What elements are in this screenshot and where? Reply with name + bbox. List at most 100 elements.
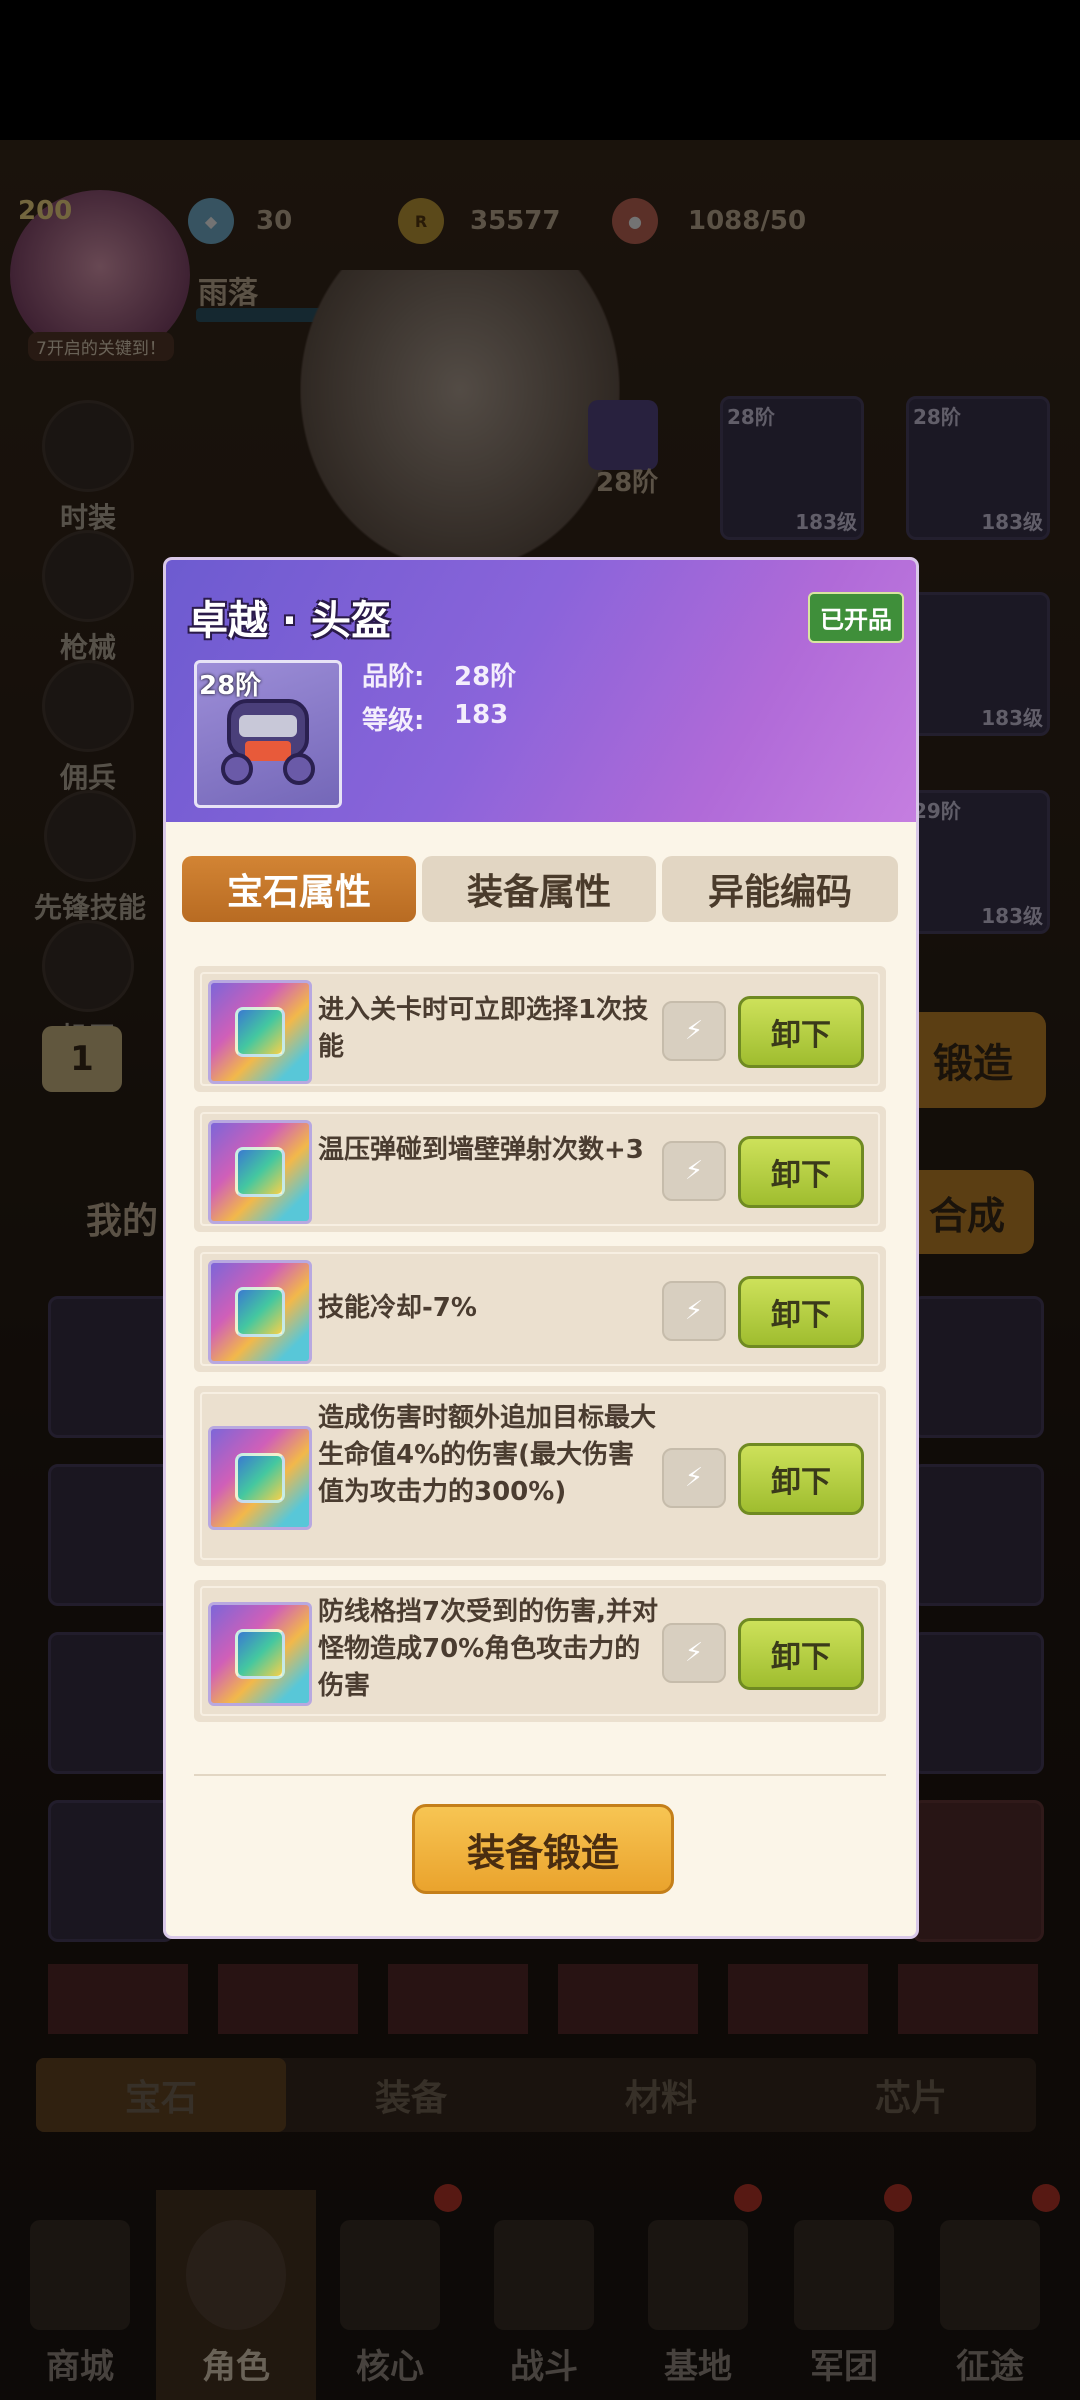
stamina-meat-icon: ●: [612, 198, 658, 244]
grade-label: 品阶:: [362, 662, 425, 692]
lock-icon[interactable]: ⚡: [662, 1141, 726, 1201]
tab-label: 异能编码: [707, 872, 852, 913]
gem-row: 技能冷却-7% ⚡ 卸下: [194, 1246, 886, 1372]
player-name: 雨落: [198, 276, 258, 311]
lock-icon[interactable]: ⚡: [662, 1281, 726, 1341]
tab-equipment[interactable]: 装备: [286, 2058, 536, 2132]
equipment-forge-button[interactable]: 装备锻造: [412, 1804, 674, 1894]
bg-gem-cell[interactable]: [48, 1464, 174, 1606]
equip-slot-level: 183级: [981, 706, 1043, 730]
tab-material[interactable]: 材料: [536, 2058, 786, 2132]
bg-gem-cell[interactable]: [912, 1632, 1044, 1774]
lock-icon[interactable]: ⚡: [662, 1001, 726, 1061]
side-item-fashion[interactable]: 时装: [40, 400, 136, 536]
avatar-caption: 7开启的关键到！: [28, 332, 174, 361]
equip-slot[interactable]: 29阶 183级: [906, 790, 1050, 934]
notification-dot: [884, 2184, 912, 2212]
level-label: 等级:: [362, 706, 425, 736]
tab-gem-attributes[interactable]: 宝石属性: [182, 856, 416, 922]
gem-icon[interactable]: [208, 1426, 312, 1530]
equip-slot-tier: 28阶: [913, 405, 961, 429]
nav-character[interactable]: 角色: [156, 2190, 316, 2400]
bg-gem-cell[interactable]: [48, 1800, 174, 1942]
equip-slot-level: 183级: [981, 904, 1043, 928]
grade-value: 28阶: [454, 662, 517, 692]
gem-description: 温压弹碰到墙壁弹射次数+3: [318, 1135, 644, 1165]
bg-gem-cell[interactable]: [912, 1296, 1044, 1438]
bg-gem-row: [48, 1964, 1038, 2034]
bg-gem-cell[interactable]: [912, 1800, 1044, 1942]
nav-battle[interactable]: 战斗: [464, 2190, 624, 2400]
gun-icon: [42, 530, 134, 622]
bg-gem-cell[interactable]: [48, 1296, 174, 1438]
diamond-icon: ◆: [188, 198, 234, 244]
tab-label: 宝石: [124, 2078, 197, 2119]
unequip-button[interactable]: 卸下: [738, 1443, 864, 1515]
unequip-button[interactable]: 卸下: [738, 996, 864, 1068]
tab-label: 装备: [374, 2078, 447, 2119]
bg-my-label: 我的: [86, 1201, 159, 1242]
gem-count: 30: [256, 206, 293, 236]
side-item-vanguard-skill[interactable]: 先锋技能: [30, 790, 150, 926]
notification-dot: [734, 2184, 762, 2212]
equip-slot[interactable]: 28阶 183级: [906, 396, 1050, 540]
hero-character: [300, 270, 620, 570]
unequip-button[interactable]: 卸下: [738, 1618, 864, 1690]
mech-icon: [42, 920, 134, 1012]
item-thumbnail: 28阶: [194, 660, 342, 808]
bg-forge-button[interactable]: 锻造: [900, 1012, 1046, 1108]
bg-gem-cell[interactable]: [48, 1632, 174, 1774]
tab-ability-code[interactable]: 异能编码: [662, 856, 898, 922]
gold-count: 35577: [470, 206, 561, 236]
lock-icon[interactable]: ⚡: [662, 1448, 726, 1508]
bg-compose-label: 合成: [928, 1193, 1005, 1238]
tab-chip[interactable]: 芯片: [786, 2058, 1036, 2132]
bg-compose-button[interactable]: 合成: [900, 1170, 1034, 1254]
lock-icon[interactable]: ⚡: [662, 1623, 726, 1683]
nav-label: 军团: [810, 2347, 878, 2387]
gem-row: 温压弹碰到墙壁弹射次数+3 ⚡ 卸下: [194, 1106, 886, 1232]
equip-slot[interactable]: 28阶 183级: [720, 396, 864, 540]
gem-core: [235, 1453, 285, 1503]
character-icon: [186, 2220, 286, 2330]
nav-label: 征途: [956, 2347, 1024, 2387]
hero-tier: 28阶: [596, 468, 659, 498]
gem-description: 防线格挡7次受到的伤害,并对怪物造成70%角色攻击力的伤害: [318, 1597, 658, 1701]
gem-icon[interactable]: [208, 1602, 312, 1706]
tab-equipment-attributes[interactable]: 装备属性: [422, 856, 656, 922]
gem-core: [235, 1287, 285, 1337]
nav-base[interactable]: 基地: [618, 2190, 778, 2400]
equip-slot-level: 183级: [981, 510, 1043, 534]
status-badge: 已开品: [808, 592, 904, 643]
side-item-mercenary[interactable]: 佣兵: [40, 660, 136, 796]
slash-icon: [44, 790, 136, 882]
tab-label: 宝石属性: [226, 872, 371, 913]
divider: [194, 1774, 886, 1776]
tab-label: 材料: [624, 2078, 697, 2119]
gem-icon[interactable]: [208, 980, 312, 1084]
gem-icon[interactable]: [208, 1260, 312, 1364]
quantity-value: 1: [70, 1039, 94, 1079]
nav-label: 角色: [202, 2347, 270, 2387]
unequip-button[interactable]: 卸下: [738, 1136, 864, 1208]
gem-icon[interactable]: [208, 1120, 312, 1224]
side-item-gun[interactable]: 枪械: [40, 530, 136, 666]
player-level: 200: [18, 196, 73, 226]
nav-journey[interactable]: 征途: [910, 2190, 1070, 2400]
notification-dot: [1032, 2184, 1060, 2212]
equip-slot[interactable]: 183级: [906, 592, 1050, 736]
gem-row: 造成伤害时额外追加目标最大生命值4%的伤害(最大伤害值为攻击力的300%) ⚡ …: [194, 1386, 886, 1566]
gem-core: [235, 1147, 285, 1197]
tab-gem[interactable]: 宝石: [36, 2058, 286, 2132]
bg-gem-cell[interactable]: [912, 1464, 1044, 1606]
quantity-box[interactable]: 1: [42, 1026, 122, 1092]
legion-icon: [794, 2220, 894, 2330]
battle-icon: [494, 2220, 594, 2330]
nav-legion[interactable]: 军团: [764, 2190, 924, 2400]
nav-core[interactable]: 核心: [310, 2190, 470, 2400]
notification-dot: [434, 2184, 462, 2212]
helmet-icon: [42, 660, 134, 752]
unequip-button[interactable]: 卸下: [738, 1276, 864, 1348]
gem-row: 防线格挡7次受到的伤害,并对怪物造成70%角色攻击力的伤害 ⚡ 卸下: [194, 1580, 886, 1722]
nav-shop[interactable]: 商城: [0, 2190, 160, 2400]
